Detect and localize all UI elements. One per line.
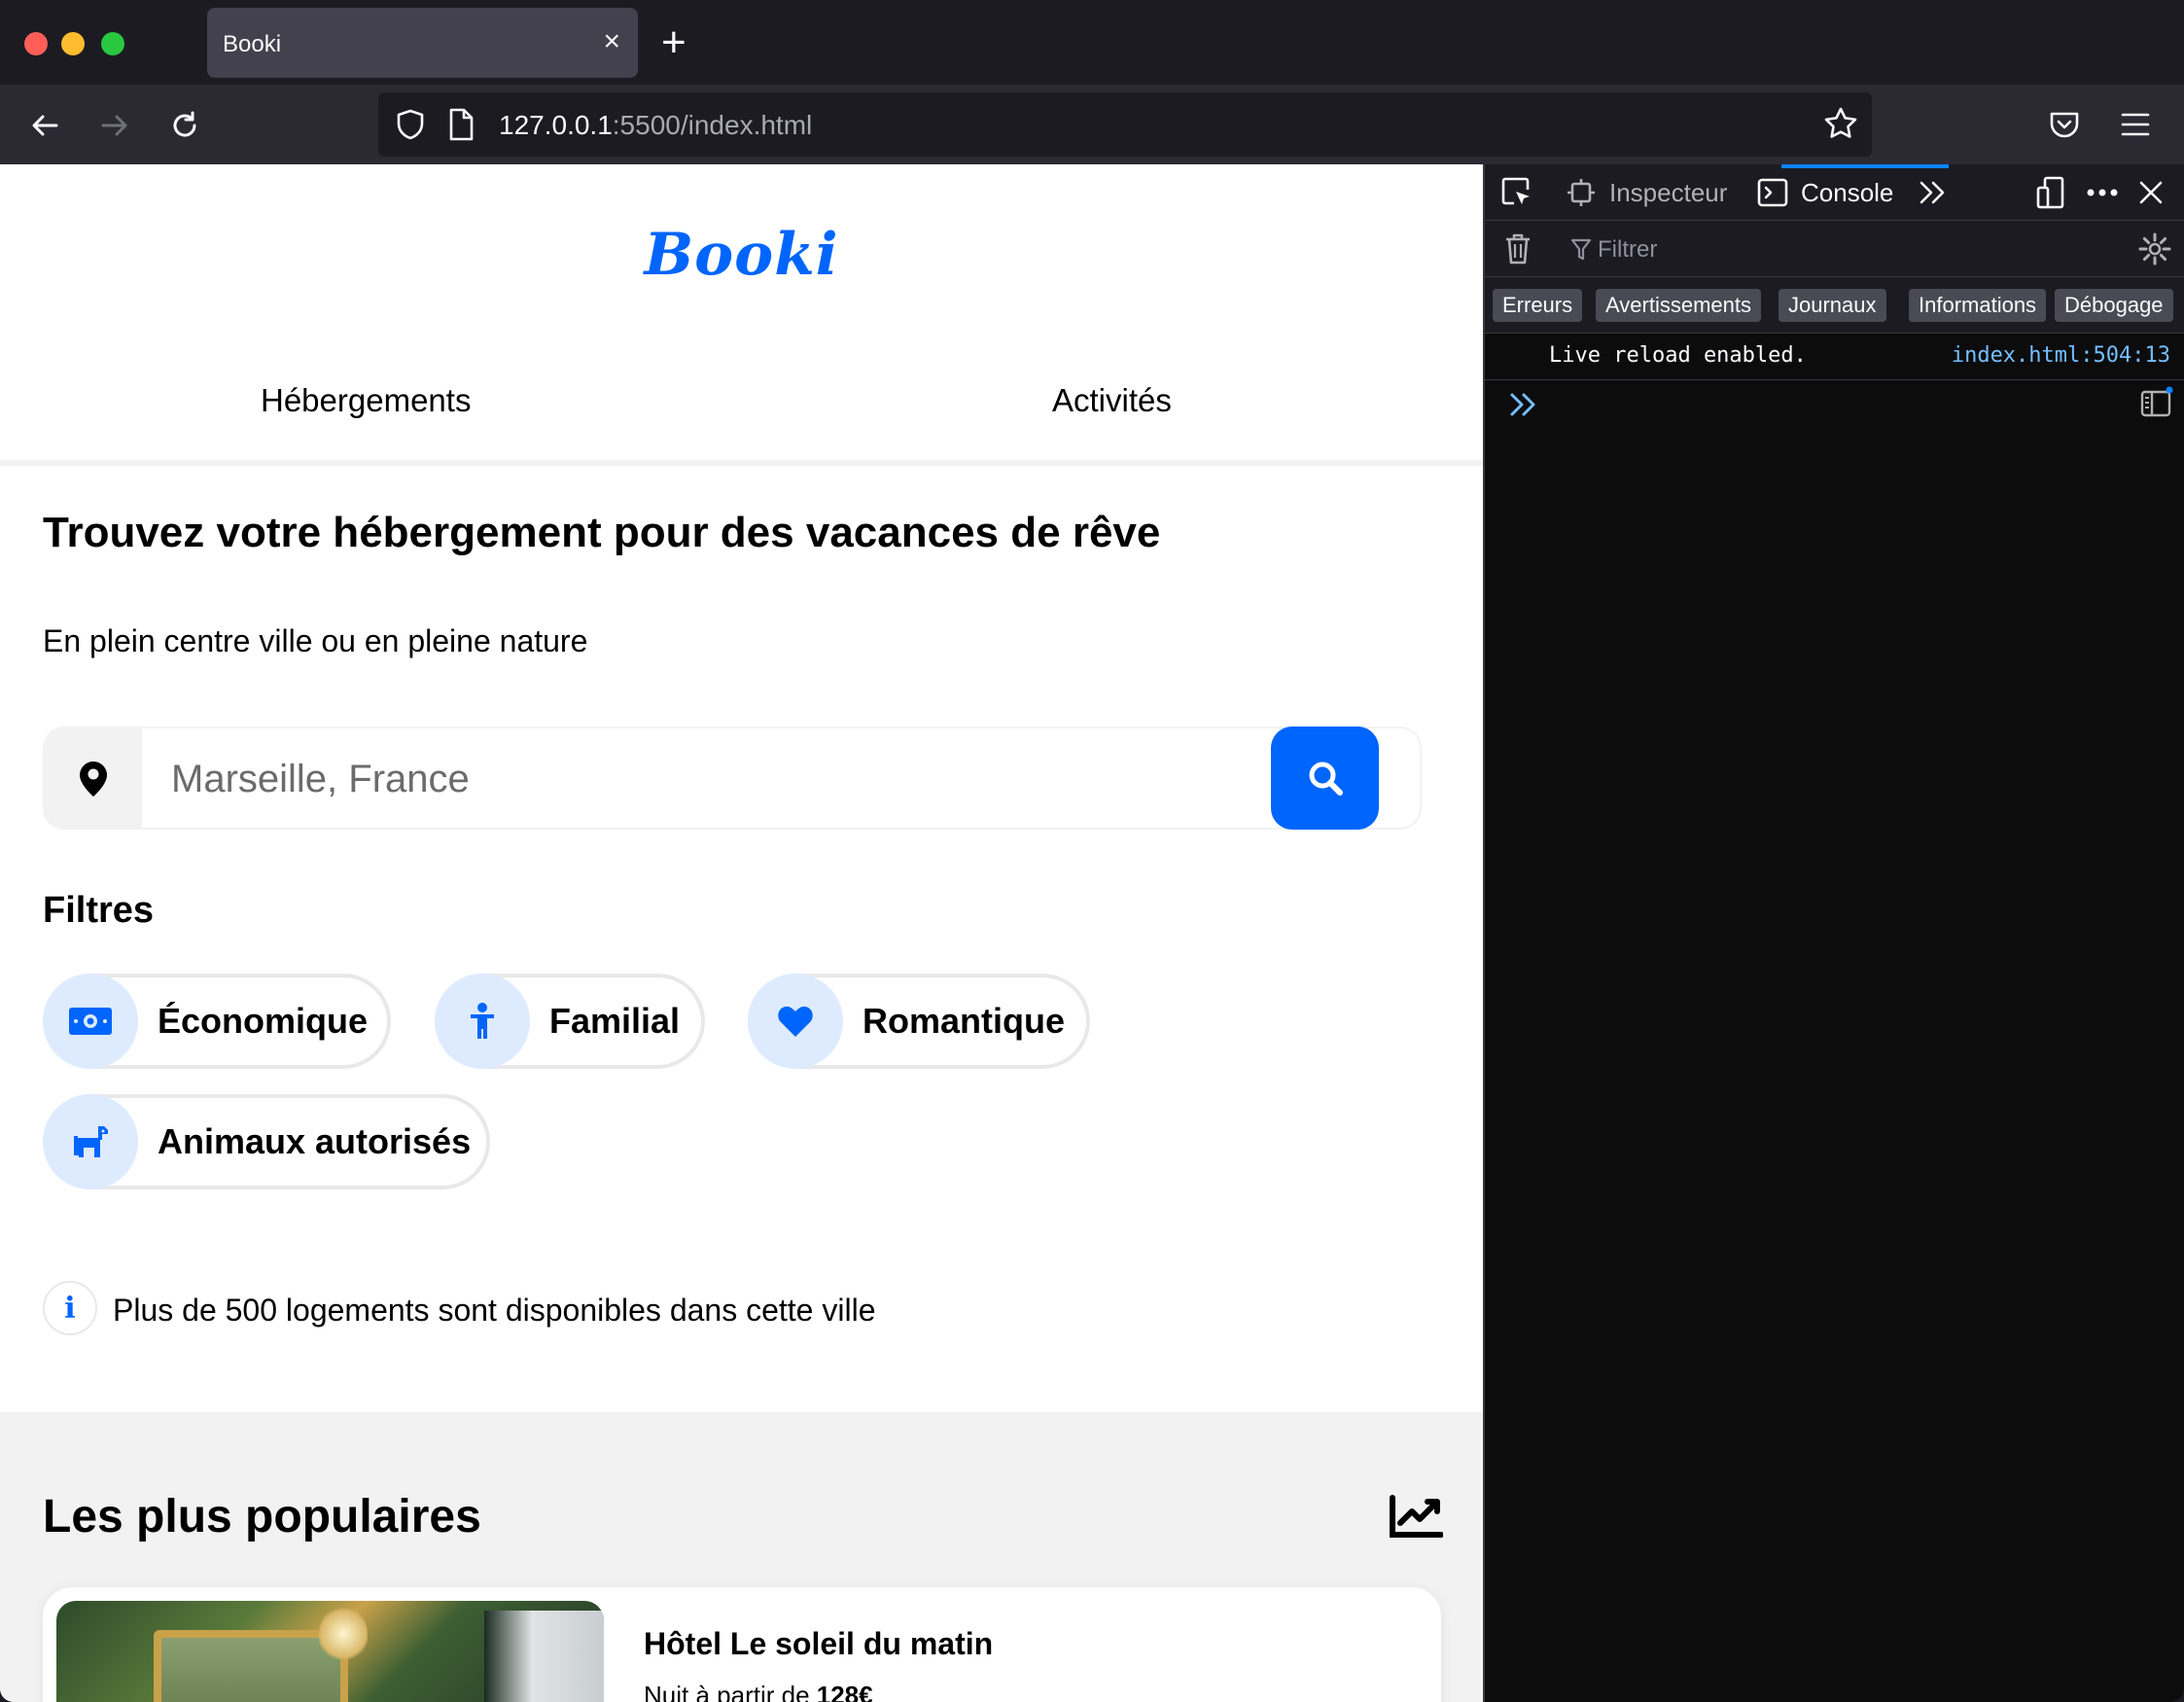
tab-console[interactable]: Console — [1801, 178, 1893, 208]
forward-button[interactable] — [93, 104, 136, 147]
console-message-text: Live reload enabled. — [1549, 343, 1807, 368]
popular-section: Les plus populaires Hôtel Le soleil du m… — [0, 1412, 1483, 1702]
filter-chip-label: Économique — [158, 1001, 369, 1041]
filters-title: Filtres — [43, 890, 155, 931]
element-picker-icon[interactable] — [1500, 176, 1533, 209]
nav-link-activites[interactable]: Activités — [1052, 382, 1172, 419]
level-journaux[interactable]: Journaux — [1779, 289, 1886, 322]
tab-close-icon[interactable]: × — [603, 25, 620, 58]
level-avertissements[interactable]: Avertissements — [1596, 289, 1761, 322]
new-tab-button[interactable]: + — [661, 19, 687, 66]
sidebar-toggle-icon[interactable] — [2140, 386, 2173, 419]
level-erreurs[interactable]: Erreurs — [1493, 289, 1583, 322]
main-nav: Hébergements Activités — [0, 369, 1483, 466]
browser-window: Booki × + 127.0.0.1:5500/index.html Book… — [0, 0, 2184, 1702]
tab-bar: Booki × + — [0, 0, 2184, 85]
filter-chip-label: Animaux autorisés — [158, 1121, 472, 1161]
reload-icon — [173, 111, 196, 137]
console-icon — [1757, 178, 1788, 207]
minimize-window-button[interactable] — [61, 32, 85, 55]
money-icon — [43, 974, 138, 1069]
nav-link-hebergements[interactable]: Hébergements — [261, 382, 471, 419]
console-message: Live reload enabled. index.html:504:13 — [1485, 334, 2184, 380]
console-prompt-icon[interactable] — [1506, 380, 1545, 429]
price-value: 128€ — [816, 1681, 873, 1702]
browser-tab[interactable]: Booki × — [207, 8, 638, 78]
pocket-icon[interactable] — [2048, 108, 2081, 141]
console-filter-input[interactable]: Filtrer — [1598, 236, 1657, 264]
menu-icon[interactable] — [2120, 110, 2151, 139]
info-icon: i — [43, 1281, 97, 1335]
devtools-filter-bar: Filtrer — [1485, 221, 2184, 277]
hotel-name: Hôtel Le soleil du matin — [644, 1626, 994, 1661]
arrow-left-icon — [32, 115, 58, 136]
level-informations[interactable]: Informations — [1909, 289, 2047, 322]
filter-chip-label: Familial — [549, 1001, 681, 1041]
child-icon — [435, 974, 530, 1069]
level-debogage[interactable]: Débogage — [2055, 289, 2173, 322]
page-viewport: Booki Hébergements Activités Trouvez vot… — [0, 164, 1483, 1702]
url-host: 127.0.0.1 — [499, 110, 613, 140]
navigation-bar: 127.0.0.1:5500/index.html — [0, 85, 2184, 164]
info-banner: i Plus de 500 logements sont disponibles… — [43, 1281, 1015, 1339]
search-icon — [1309, 762, 1343, 796]
location-pin-icon — [45, 728, 142, 828]
heart-icon — [748, 974, 843, 1069]
star-icon[interactable] — [1823, 106, 1858, 141]
tab-title: Booki — [223, 31, 282, 57]
popular-title: Les plus populaires — [43, 1491, 481, 1542]
hotel-image — [56, 1601, 604, 1702]
info-text: Plus de 500 logements sont disponibles d… — [113, 1293, 876, 1328]
devtools-panel: Inspecteur Console Filtrer Erreurs Avert… — [1483, 164, 2184, 1702]
url-path: :5500/index.html — [612, 110, 813, 140]
arrow-right-icon — [101, 115, 127, 136]
devtools-toolbar: Inspecteur Console — [1485, 164, 2184, 221]
dog-icon — [43, 1094, 138, 1189]
reload-button[interactable] — [163, 104, 206, 147]
hero-title: Trouvez votre hébergement pour des vacan… — [43, 509, 1161, 556]
console-message-source[interactable]: index.html:504:13 — [1952, 343, 2170, 368]
gear-icon[interactable] — [2138, 232, 2171, 266]
active-tab-indicator — [1781, 164, 1949, 168]
responsive-mode-icon[interactable] — [2035, 176, 2066, 209]
filter-icon — [1570, 238, 1592, 261]
search-bar — [43, 727, 1422, 830]
filter-chip-economique[interactable]: Économique — [43, 974, 391, 1069]
filter-chip-familial[interactable]: Familial — [435, 974, 705, 1069]
close-devtools-icon[interactable] — [2138, 180, 2164, 205]
back-button[interactable] — [23, 104, 66, 147]
filter-chip-romantique[interactable]: Romantique — [748, 974, 1090, 1069]
site-logo[interactable]: Booki — [0, 221, 1483, 289]
inspector-icon — [1568, 179, 1595, 206]
hero-subtitle: En plein centre ville ou en pleine natur… — [43, 623, 588, 658]
close-window-button[interactable] — [24, 32, 48, 55]
trending-up-icon — [1390, 1495, 1443, 1538]
filter-chip-label: Romantique — [863, 1001, 1066, 1041]
page-icon — [449, 108, 474, 141]
search-input[interactable] — [171, 746, 1289, 812]
price-prefix: Nuit à partir de — [644, 1681, 817, 1702]
more-tabs-chevron-icon[interactable] — [1919, 180, 1948, 205]
tab-inspecteur[interactable]: Inspecteur — [1609, 178, 1727, 208]
zoom-window-button[interactable] — [101, 32, 124, 55]
trash-icon[interactable] — [1504, 232, 1532, 266]
url-bar[interactable]: 127.0.0.1:5500/index.html — [378, 92, 1872, 157]
hotel-card[interactable]: Hôtel Le soleil du matin Nuit à partir d… — [43, 1587, 1441, 1702]
hotel-price: Nuit à partir de 128€ — [644, 1681, 873, 1702]
url-text: 127.0.0.1:5500/index.html — [499, 110, 812, 141]
search-button[interactable] — [1271, 727, 1379, 830]
shield-icon[interactable] — [394, 108, 427, 141]
more-options-icon[interactable] — [2086, 188, 2119, 197]
log-level-filters: Erreurs Avertissements Journaux Informat… — [1485, 277, 2184, 334]
filter-chip-animaux[interactable]: Animaux autorisés — [43, 1094, 490, 1189]
